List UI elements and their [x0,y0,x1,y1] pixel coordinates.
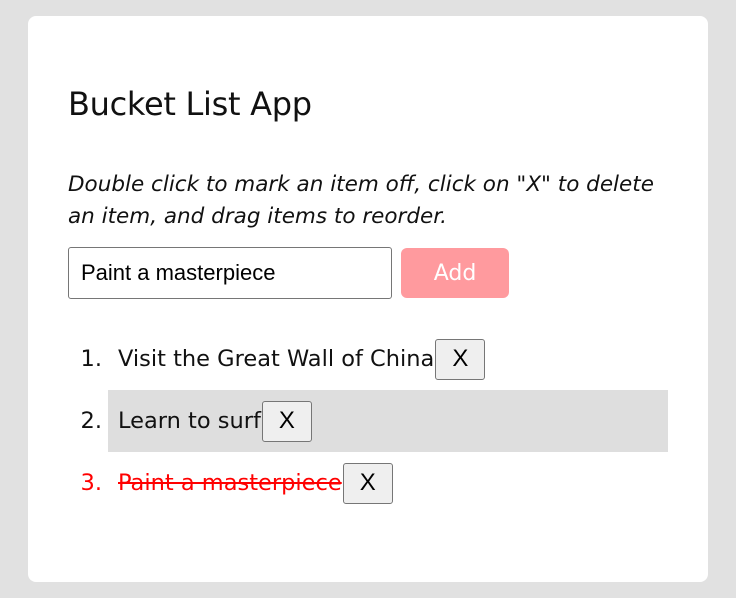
item-number: 1. [80,346,102,372]
instructions-text: Double click to mark an item off, click … [68,172,654,229]
list-item[interactable]: 3. Paint a masterpiece X [81,452,668,514]
item-text[interactable]: Visit the Great Wall of China [118,346,434,372]
bucket-list-card: Bucket List App Double click to mark an … [28,16,708,582]
add-button[interactable]: Add [401,248,509,298]
item-number: 3. [80,470,102,496]
bucket-list: 1. Visit the Great Wall of China X 2. Le… [28,328,708,514]
new-item-input[interactable] [68,247,392,299]
item-text[interactable]: Paint a masterpiece [118,470,342,496]
delete-item-button[interactable]: X [435,338,486,380]
item-text[interactable]: Learn to surf [118,408,261,434]
delete-item-button[interactable]: X [261,400,312,442]
list-item[interactable]: 1. Visit the Great Wall of China X [81,328,668,390]
delete-item-button[interactable]: X [342,462,393,504]
item-number: 2. [80,408,102,434]
list-item[interactable]: 2. Learn to surf X [81,390,668,452]
app-title: Bucket List App [68,85,312,123]
